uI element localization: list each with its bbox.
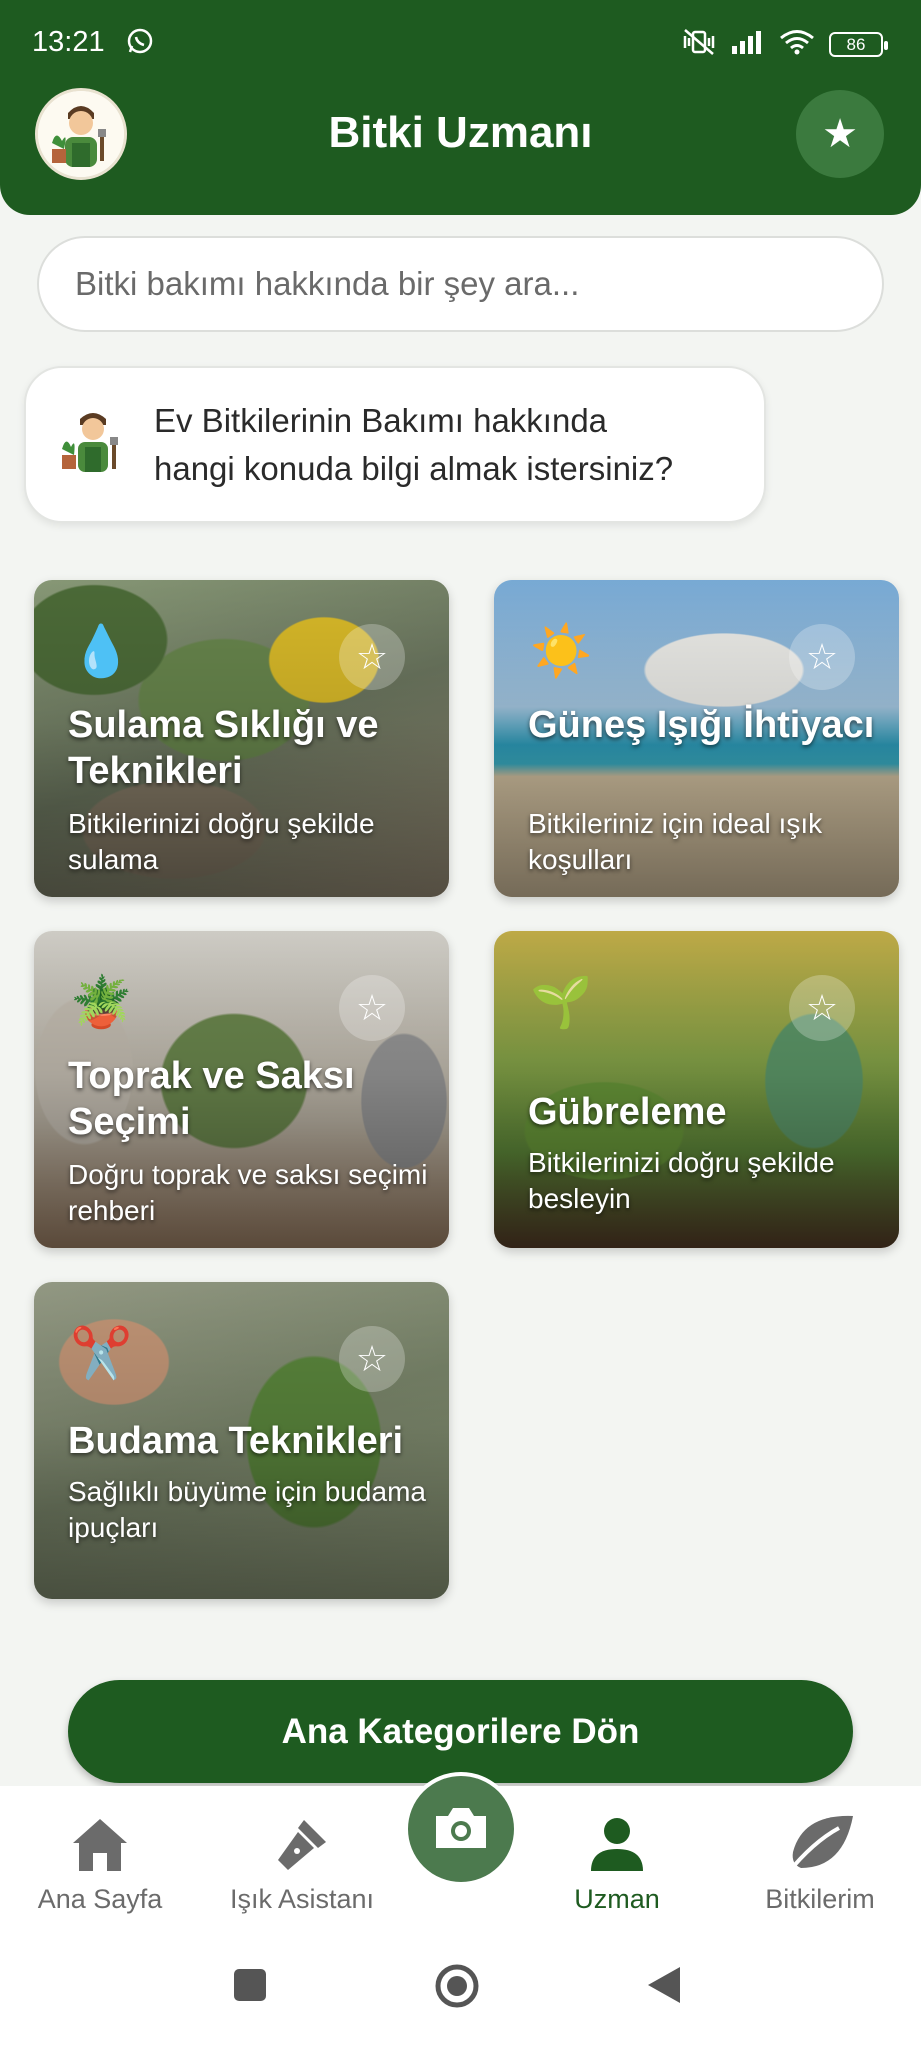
favorite-star-icon[interactable]: ☆: [789, 624, 855, 690]
person-icon: [517, 1814, 717, 1874]
card-watering[interactable]: 💧 ☆ Sulama Sıklığı ve Teknikleri Bitkile…: [34, 580, 449, 897]
card-title: Budama Teknikleri: [68, 1420, 404, 1462]
card-subtitle: Bitkileriniz için ideal ışık koşulları: [528, 808, 823, 875]
water-drop-icon: 💧: [70, 623, 133, 679]
camera-button[interactable]: [404, 1772, 518, 1886]
bubble-line-1: Ev Bitkilerinin Bakımı hakkında: [154, 401, 608, 439]
card-subtitle: Sağlıklı büyüme için budama ipuçları: [68, 1476, 426, 1543]
back-to-categories-button[interactable]: Ana Kategorilere Dön: [68, 1680, 853, 1783]
page-title: Bitki Uzmanı: [328, 108, 593, 157]
card-fertilizing[interactable]: 🌱 ☆ Gübreleme Bitkilerinizi doğru şekild…: [494, 931, 899, 1248]
card-sunlight[interactable]: ☀️ ☆ Güneş Işığı İhtiyacı Bitkileriniz i…: [494, 580, 899, 897]
back-triangle-icon[interactable]: [646, 1965, 682, 2010]
card-pruning[interactable]: ✂️ ☆ Budama Teknikleri Sağlıklı büyüme i…: [34, 1282, 449, 1599]
card-title: Gübreleme: [528, 1091, 727, 1133]
sprout-icon: 🌱: [530, 974, 593, 1030]
battery-icon: 86: [829, 32, 888, 57]
favorite-star-icon[interactable]: ☆: [339, 624, 405, 690]
nav-item-expert[interactable]: Uzman: [517, 1814, 717, 1915]
favorite-star-icon[interactable]: ☆: [339, 1326, 405, 1392]
system-nav-bar: [0, 1939, 921, 2048]
app-header: 13:21 86 Bitki Uzmanı ★: [0, 0, 921, 215]
status-time: 13:21: [32, 26, 105, 58]
home-circle-icon[interactable]: [434, 1963, 480, 2014]
favorites-button[interactable]: ★: [796, 90, 884, 178]
camera-icon: [432, 1804, 490, 1855]
battery-level: 86: [846, 34, 866, 54]
search-bar[interactable]: [37, 236, 884, 332]
nav-item-light-assistant[interactable]: Işık Asistanı: [202, 1814, 402, 1915]
signal-icon: [731, 30, 765, 59]
star-icon: ★: [822, 112, 858, 156]
card-soil-pot[interactable]: 🪴 ☆ Toprak ve Saksı Seçimi Doğru toprak …: [34, 931, 449, 1248]
expert-avatar-small: [58, 407, 128, 483]
nav-label: Uzman: [574, 1884, 660, 1914]
nav-label: Ana Sayfa: [37, 1884, 163, 1914]
bubble-line-2: hangi konuda bilgi almak istersiniz?: [154, 449, 674, 487]
favorite-star-icon[interactable]: ☆: [789, 975, 855, 1041]
card-subtitle: Bitkilerinizi doğru şekilde sulama: [68, 808, 375, 875]
status-bar: 13:21 86: [0, 0, 921, 80]
home-icon: [0, 1814, 200, 1874]
card-title: Sulama Sıklığı ve Teknikleri: [68, 704, 379, 792]
card-title: Güneş Işığı İhtiyacı: [528, 704, 875, 746]
search-input[interactable]: [75, 265, 846, 303]
nav-item-my-plants[interactable]: Bitkilerim: [720, 1814, 920, 1915]
sun-icon: ☀️: [530, 623, 593, 679]
potted-plant-icon: 🪴: [70, 974, 133, 1030]
leaf-icon: [720, 1814, 920, 1876]
mute-vibrate-icon: [681, 28, 717, 61]
favorite-star-icon[interactable]: ☆: [339, 975, 405, 1041]
card-subtitle: Doğru toprak ve saksı seçimi rehberi: [68, 1159, 428, 1226]
nav-label: Işık Asistanı: [229, 1884, 375, 1914]
nav-label: Bitkilerim: [765, 1884, 875, 1914]
scissors-icon: ✂️: [70, 1325, 133, 1381]
flashlight-icon: [202, 1814, 402, 1874]
card-subtitle: Bitkilerinizi doğru şekilde besleyin: [528, 1147, 835, 1214]
expert-message-bubble: Ev Bitkilerinin Bakımı hakkında hangi ko…: [24, 366, 766, 523]
card-title: Toprak ve Saksı Seçimi: [68, 1055, 355, 1143]
nav-item-home[interactable]: Ana Sayfa: [0, 1814, 200, 1915]
wifi-icon: [779, 29, 815, 60]
whatsapp-icon: [126, 27, 154, 60]
recents-icon[interactable]: [232, 1967, 268, 2008]
